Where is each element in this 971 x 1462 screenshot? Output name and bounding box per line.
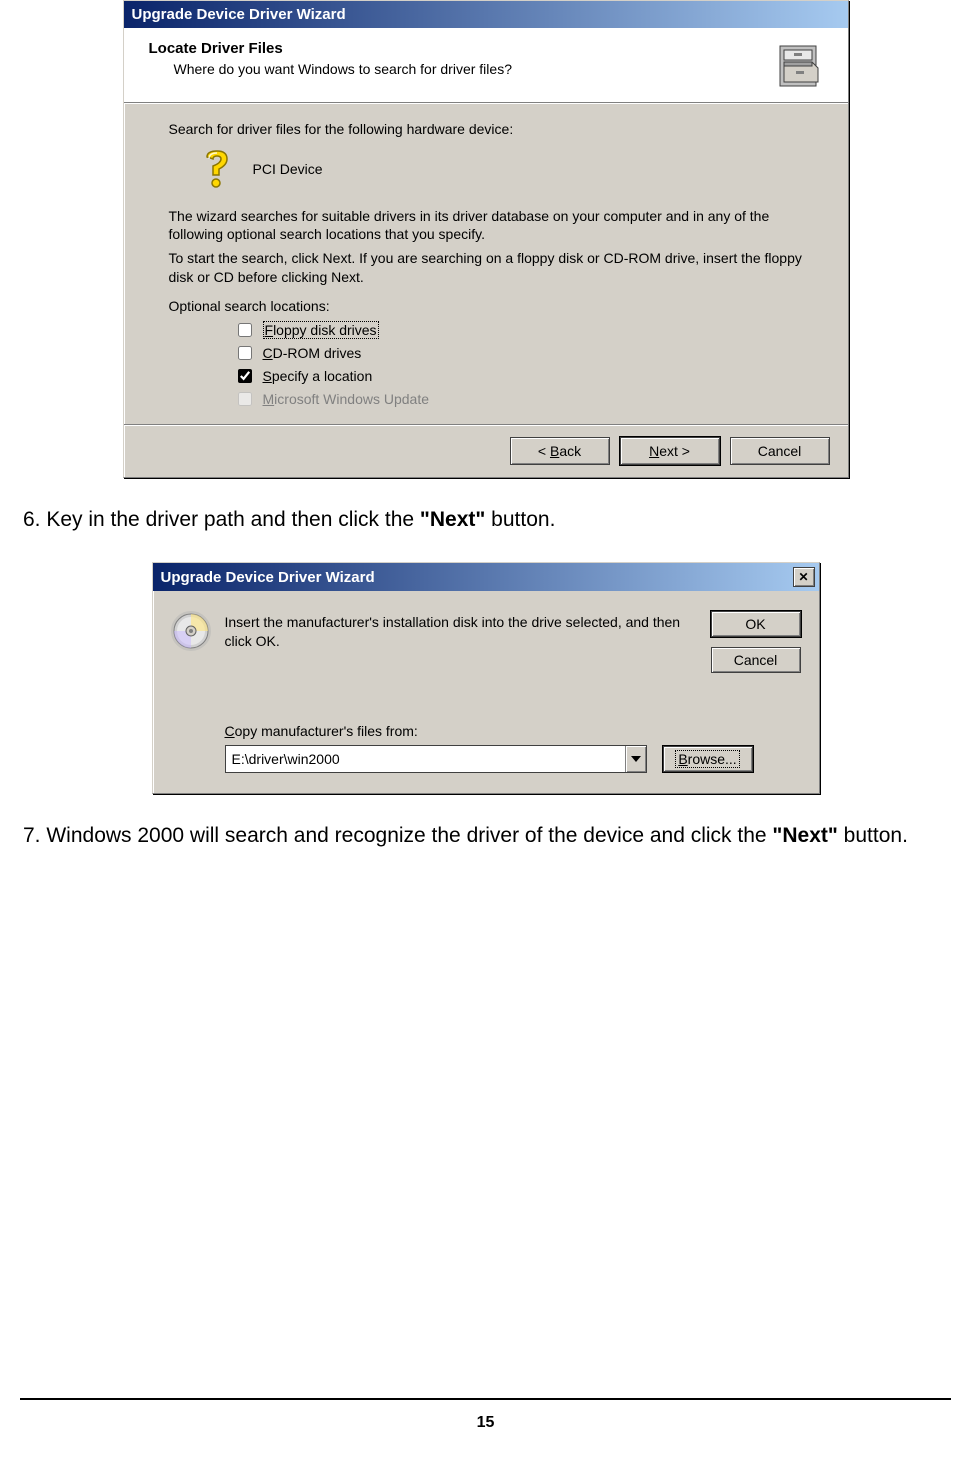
cancel-button-2[interactable]: Cancel (711, 647, 801, 673)
page-number: 15 (0, 1414, 971, 1432)
wizard-paragraph-1: The wizard searches for suitable drivers… (169, 207, 803, 243)
step-6-text: 6. Key in the driver path and then click… (23, 506, 948, 534)
step-7-suffix: button. (838, 824, 908, 847)
close-button[interactable]: ✕ (793, 567, 815, 587)
browse-button[interactable]: Browse... (663, 746, 753, 772)
step-7-bold: "Next" (772, 824, 837, 847)
path-combobox[interactable] (225, 745, 647, 773)
question-mark-icon (199, 149, 235, 189)
cancel-button-label: Cancel (758, 443, 802, 459)
wizard-footer: < Back Next > Cancel (124, 425, 848, 477)
path-input[interactable] (226, 746, 625, 772)
browse-button-label: Browse... (675, 750, 739, 768)
wizard-titlebar: Upgrade Device Driver Wizard (124, 1, 848, 28)
checkbox-ms-update: Microsoft Windows Update (234, 389, 803, 409)
step-6-prefix: 6. Key in the driver path and then click… (23, 508, 420, 531)
wizard-header-title: Locate Driver Files (149, 40, 512, 57)
close-icon: ✕ (798, 570, 808, 584)
back-button[interactable]: < Back (510, 437, 610, 465)
step-7-prefix: 7. Windows 2000 will search and recogniz… (23, 824, 772, 847)
wizard-header-panel: Locate Driver Files Where do you want Wi… (124, 28, 848, 103)
checkbox-ms-update-label: Microsoft Windows Update (263, 391, 430, 407)
device-row: PCI Device (199, 149, 803, 189)
wizard-dialog-locate-files: Upgrade Device Driver Wizard Locate Driv… (123, 0, 849, 478)
copy-dialog-message: Insert the manufacturer's installation d… (225, 611, 697, 651)
copy-from-label: Copy manufacturer's files from: (225, 723, 801, 739)
cancel-button-2-label: Cancel (734, 652, 778, 668)
copy-dialog-title-text: Upgrade Device Driver Wizard (161, 569, 375, 586)
wizard-header-sub: Where do you want Windows to search for … (174, 61, 512, 77)
page-footer-rule (20, 1398, 951, 1400)
device-name-text: PCI Device (253, 161, 323, 177)
step-6-suffix: button. (485, 508, 555, 531)
ok-button[interactable]: OK (711, 611, 801, 637)
combobox-arrow-button[interactable] (625, 746, 646, 772)
cd-disk-icon (171, 611, 211, 654)
checkbox-floppy[interactable]: Floppy disk drives (234, 320, 803, 340)
checkbox-floppy-label: Floppy disk drives (263, 321, 379, 339)
ok-button-label: OK (745, 616, 765, 632)
copy-dialog-titlebar: Upgrade Device Driver Wizard ✕ (153, 563, 819, 591)
cancel-button[interactable]: Cancel (730, 437, 830, 465)
checkbox-cdrom-label: CD-ROM drives (263, 345, 362, 361)
checkbox-cdrom[interactable]: CD-ROM drives (234, 343, 803, 363)
file-cabinet-icon (774, 38, 828, 92)
copy-dialog-body: Insert the manufacturer's installation d… (153, 591, 819, 793)
checkbox-specify-label: Specify a location (263, 368, 373, 384)
step-6-bold: "Next" (420, 508, 485, 531)
step-7-text: 7. Windows 2000 will search and recogniz… (23, 822, 948, 850)
optional-locations-group: Floppy disk drives CD-ROM drives Specify… (234, 320, 803, 409)
next-button-label: Next > (649, 443, 690, 459)
chevron-down-icon (631, 756, 641, 762)
copy-files-dialog: Upgrade Device Driver Wizard ✕ Inse (152, 562, 820, 794)
wizard-body: Search for driver files for the followin… (124, 103, 848, 424)
search-prompt-text: Search for driver files for the followin… (169, 121, 803, 137)
optional-locations-label: Optional search locations: (169, 298, 803, 314)
wizard-title-text: Upgrade Device Driver Wizard (132, 6, 346, 23)
checkbox-specify-input[interactable] (238, 369, 252, 383)
checkbox-ms-update-input (238, 392, 252, 406)
wizard-paragraph-2: To start the search, click Next. If you … (169, 249, 803, 285)
back-button-label: < Back (538, 443, 581, 459)
checkbox-cdrom-input[interactable] (238, 346, 252, 360)
checkbox-floppy-input[interactable] (238, 323, 252, 337)
checkbox-specify[interactable]: Specify a location (234, 366, 803, 386)
next-button[interactable]: Next > (620, 437, 720, 465)
